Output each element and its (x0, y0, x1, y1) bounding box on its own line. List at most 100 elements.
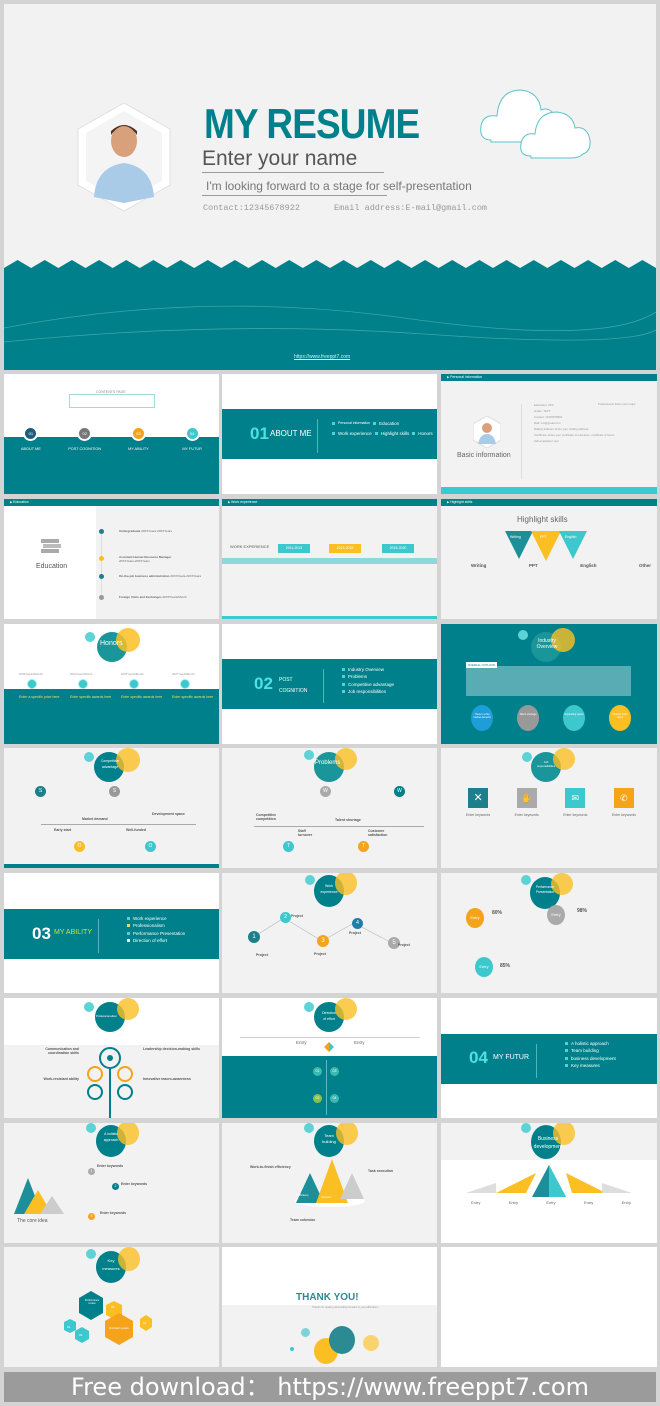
section-item[interactable]: Professionalism (127, 923, 185, 928)
section-items: Industry Overview Problems Competitive a… (342, 664, 394, 697)
vertical-divider (521, 404, 522, 479)
job-responsibilities-slide[interactable]: Job responsibilities ✕ Enter keywords ✋ Ent… (441, 748, 657, 868)
entry-circle: Entry (466, 908, 484, 928)
teal-zigzag-band (222, 1056, 437, 1118)
section-item[interactable]: Competitive advantage (342, 682, 394, 687)
contents-item[interactable]: 02 POST COGNITION (60, 426, 110, 451)
keyword-label: Enter keywords (100, 1211, 127, 1215)
section-item[interactable]: A holistic approach (565, 1041, 616, 1046)
section-item[interactable]: Personal information (332, 421, 370, 426)
business-development-slide[interactable]: Business development Entry Entry Entry En… (441, 1123, 657, 1243)
tree-graphic (82, 1044, 138, 1118)
business-title: Business development (533, 1136, 563, 1150)
banner-text[interactable]: Free download： https://www.freeppt7.com (71, 1373, 589, 1401)
swot-label: Development space (152, 812, 185, 816)
education-slide[interactable]: Education Education Undergraduate 20XXYe… (4, 499, 219, 619)
work-experience-projects-slide[interactable]: Work experience 1 2 3 4 5 Project Project… (222, 873, 437, 993)
deco-bubble (85, 632, 95, 642)
highlight-skills-slide[interactable]: Highlight skills Highlight skills Writin… (441, 499, 657, 619)
footer-bar (4, 864, 219, 868)
period-tag[interactable]: 2011-2013 (278, 544, 310, 553)
medal-icon (78, 679, 88, 689)
entry-label: Entry (546, 1200, 556, 1205)
period-tag[interactable]: 2013-2015 (329, 544, 361, 553)
section-item[interactable]: Honors (412, 431, 433, 436)
hex-label: Performance review (84, 1299, 100, 1305)
problems-slide[interactable]: Problems W W T T Competitive competition… (222, 748, 437, 868)
pyramid-label: Efficiency (298, 1194, 309, 1197)
job-cards: ✕ Enter keywords ✋ Enter keywords ✉ Enter k… (466, 788, 636, 817)
post-cognition-section-slide[interactable]: 02 POST COGNITION Industry Overview Probl… (222, 624, 437, 744)
section-number: 04 (469, 1048, 488, 1067)
contents-item[interactable]: 03 MY ABILITY (113, 426, 163, 451)
section-item[interactable]: Key measures (565, 1063, 616, 1068)
section-item[interactable]: Performance Presentation (127, 931, 185, 936)
entry-label: Entry (583, 1200, 594, 1205)
my-ability-section-slide[interactable]: 03 MY ABILITY Work experience Profession… (4, 873, 219, 993)
section-item[interactable]: Work experience (332, 431, 372, 436)
section-item[interactable]: Team building (565, 1048, 616, 1053)
work-experience-slide[interactable]: Work experience WORK EXPERIENCE 2011-201… (222, 499, 437, 619)
cover-tagline: I'm looking forward to a stage for self-… (206, 179, 472, 193)
handshake-icon: ✋ (516, 788, 537, 808)
entry-label: Entry (296, 1040, 307, 1045)
personal-info-slide[interactable]: Personal information Basic information E… (441, 374, 657, 494)
swot-letter: W (320, 786, 331, 797)
holistic-approach-slide[interactable]: A holistic approach The core idea 1 2 3 E… (4, 1123, 219, 1243)
download-banner[interactable]: Free download： https://www.freeppt7.com (4, 1372, 656, 1402)
team-label: Team cohesion (290, 1218, 316, 1222)
section-item[interactable]: Job responsibilities (342, 689, 394, 694)
keyword-num: 1 (88, 1168, 95, 1175)
contents-slide[interactable]: CONTENTS PAGE 01 ABOUT ME 02 POST COGNITIO… (4, 374, 219, 494)
swot-label: Competitive competition (256, 813, 277, 821)
section-item[interactable]: Education (373, 421, 399, 426)
hex-label: 02 (79, 1333, 83, 1337)
cover-contact: Contact:12345678922 (203, 203, 300, 213)
swot-letter: S (35, 786, 46, 797)
job-card: ✋ Enter keywords (515, 788, 539, 817)
professionalism-slide[interactable]: Professionalism Communication and coordi… (4, 998, 219, 1118)
project-node: 4 (352, 918, 363, 929)
project-label: Project (256, 953, 268, 957)
team-building-slide[interactable]: Team building Work-to-finish efficiency T… (222, 1123, 437, 1243)
fan-graphic (466, 1165, 632, 1197)
honors-slide[interactable]: Honors 2009Years11Month Enter a specific … (4, 624, 219, 744)
hex-label: Promotion system (108, 1327, 129, 1330)
section-divider (323, 669, 324, 703)
section-item[interactable]: Work experience (127, 916, 185, 921)
section-divider (317, 419, 318, 453)
swot-label: Early start (54, 828, 72, 832)
about-me-section-slide[interactable]: 01 ABOUT ME Personal information Educati… (222, 374, 437, 494)
key-measures-slide[interactable]: Key measures Performance review 01 Promot… (4, 1247, 219, 1367)
section-item[interactable]: Direction of effort (127, 938, 185, 943)
cover-slide[interactable]: MY RESUME Enter your name I'm looking fo… (4, 4, 656, 370)
industry-circle: Talent shortage (517, 705, 539, 731)
education-title: Education (36, 563, 68, 570)
section-item[interactable]: Highlight skills (374, 431, 409, 436)
thank-you-slide[interactable]: THANK YOU! Thanks for reading and lookin… (222, 1247, 437, 1367)
team-label: Task execution (368, 1169, 394, 1173)
project-label: Project (291, 914, 303, 918)
keyword-label: Enter keywords (121, 1182, 148, 1186)
section-item[interactable]: business development (565, 1056, 616, 1061)
competitive-advantage-slide[interactable]: Competitive advantage S S O O Market dema… (4, 748, 219, 868)
diamond-icon (324, 1039, 334, 1052)
divider-line (240, 1037, 420, 1038)
section-item[interactable]: Industry Overview (342, 667, 394, 672)
industry-overview-slide[interactable]: Industry Overview OVERALL OUTLOOK There i… (441, 624, 657, 744)
cover-name-underline (202, 172, 384, 173)
cover-link[interactable]: https://www.freeppt7.com (294, 354, 350, 360)
direction-num: 01 (313, 1067, 322, 1076)
section-number: 02 (254, 674, 273, 693)
section-items: Work experience Professionalism Performa… (127, 913, 185, 946)
my-futur-section-slide[interactable]: 04 MY FUTUR A holistic approach Team bui… (441, 998, 657, 1118)
section-item[interactable]: Problems (342, 674, 394, 679)
overview-box (466, 666, 631, 696)
contents-item[interactable]: 04 MY FUTUR (167, 426, 217, 451)
direction-of-effort-slide[interactable]: Direction of effort Entry Entry 01 02 03 … (222, 998, 437, 1118)
blank-slide[interactable] (441, 1247, 657, 1367)
period-tag[interactable]: 2015-2020 (382, 544, 414, 553)
contents-item[interactable]: 01 ABOUT ME (6, 426, 56, 451)
core-idea: The core idea (17, 1218, 48, 1224)
performance-presentation-slide[interactable]: Performance Presentation Entry 80% Entry … (441, 873, 657, 993)
